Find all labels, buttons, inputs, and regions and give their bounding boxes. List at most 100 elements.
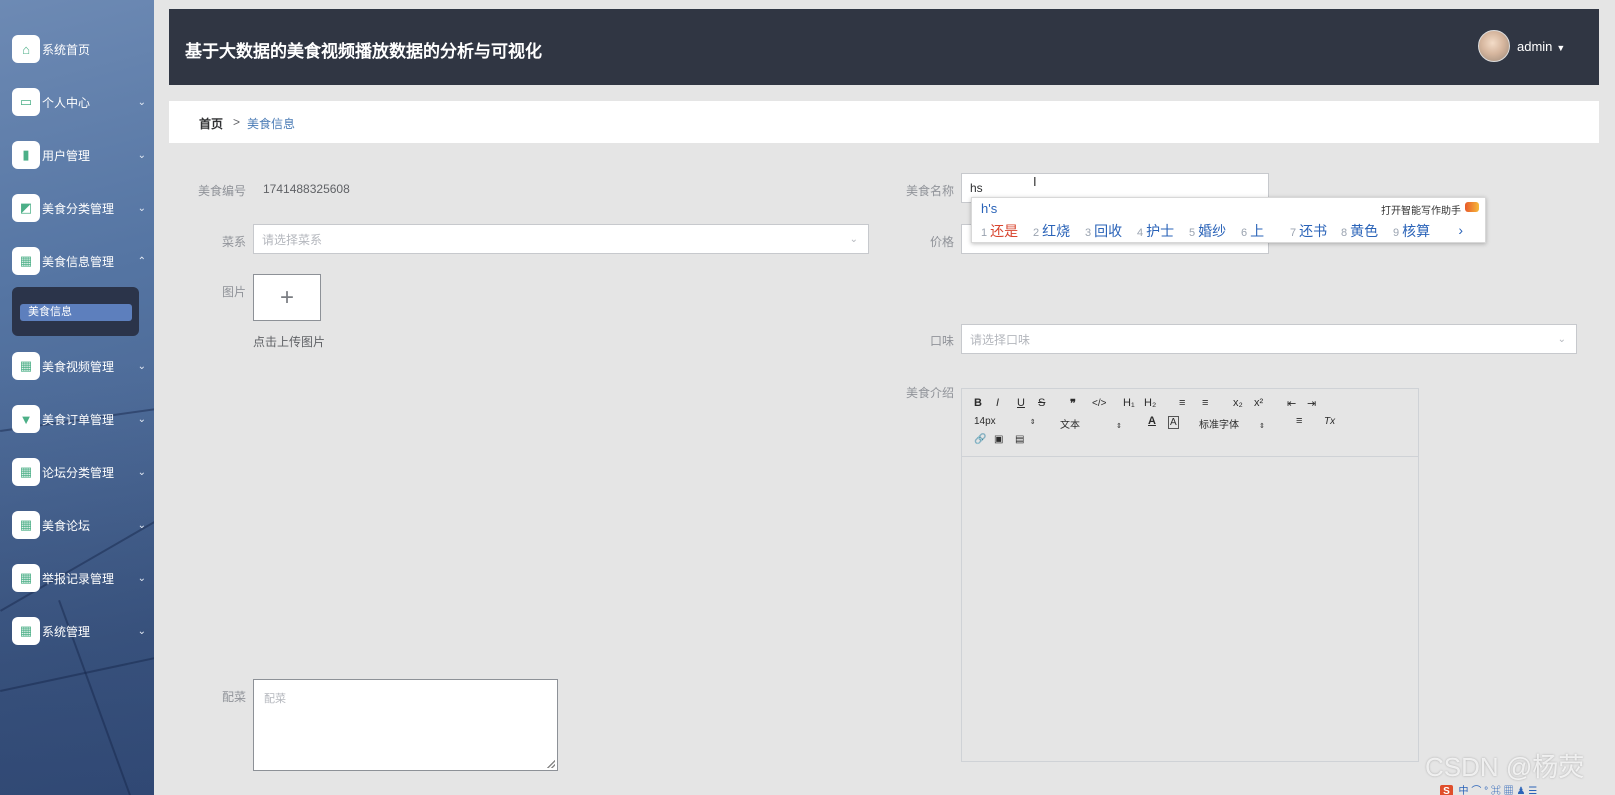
taste-placeholder: 请选择口味 (970, 332, 1031, 347)
code-label: 美食编号 (197, 184, 246, 198)
ime-candidate[interactable]: 3 回收 (1085, 221, 1122, 241)
italic-button[interactable]: I (996, 397, 999, 409)
superscript-button[interactable]: x² (1254, 397, 1263, 409)
side-dish-label: 配菜 (221, 690, 246, 704)
video-button[interactable]: ▤ (1015, 434, 1024, 445)
updown-icon: ⇕ (1259, 423, 1265, 430)
tray-icons: 中 ⌒ ° ⌘ ▦ ♟ ☰ (1455, 786, 1538, 795)
taste-label: 口味 (929, 334, 954, 348)
sidebar-item-forum-category[interactable]: ▦ 论坛分类管理 ⌄ (0, 446, 154, 498)
upload-hint: 点击上传图片 (253, 335, 326, 349)
sidebar-item-home[interactable]: ⌂ 系统首页 (0, 23, 154, 75)
ime-candidate[interactable]: 5 婚纱 (1189, 221, 1226, 241)
breadcrumb-home[interactable]: 首页 (199, 115, 223, 132)
clean-format-button[interactable]: Tx (1324, 416, 1335, 427)
sidebar-item-label: 美食分类管理 (42, 201, 115, 216)
sidebar-item-system[interactable]: ▦ 系统管理 ⌄ (0, 605, 154, 657)
font-size-select[interactable]: 14px ⇕ (974, 416, 1036, 427)
ime-candidate[interactable]: 8 黄色 (1341, 221, 1378, 241)
underline-button[interactable]: U (1017, 397, 1025, 409)
resize-grip-icon[interactable] (547, 760, 555, 768)
font-size-value: 14px (974, 416, 996, 427)
taste-select[interactable]: 请选择口味 ⌄ (961, 324, 1577, 354)
subscript-button[interactable]: x₂ (1233, 397, 1243, 409)
ime-candidate[interactable]: 2 红烧 (1033, 221, 1070, 241)
header2-button[interactable]: H₂ (1144, 397, 1156, 409)
ime-composition: h's (981, 201, 998, 216)
code-block-button[interactable]: </> (1092, 398, 1106, 409)
intro-label: 美食介绍 (905, 386, 954, 400)
bold-button[interactable]: B (974, 397, 982, 409)
image-button[interactable]: ▣ (994, 434, 1003, 445)
price-label: 价格 (929, 235, 954, 249)
code-value: 1741488325608 (263, 182, 350, 196)
chevron-down-icon: ⌄ (137, 625, 146, 637)
username: admin (1517, 39, 1553, 54)
user-menu[interactable]: admin ▼ (1517, 39, 1565, 54)
text-style-select[interactable]: 文本 ⇕ (1060, 416, 1122, 431)
image-upload-button[interactable]: + (253, 274, 321, 321)
app-title: 基于大数据的美食视频播放数据的分析与可视化 (185, 42, 542, 61)
sidebar-item-users[interactable]: ▮ 用户管理 ⌄ (0, 129, 154, 181)
system-tray: S 中 ⌒ ° ⌘ ▦ ♟ ☰ (1440, 782, 1615, 795)
cuisine-select[interactable]: 请选择菜系 ⌄ (253, 224, 869, 254)
sidebar-item-report[interactable]: ▦ 举报记录管理 ⌄ (0, 552, 154, 604)
editor-toolbar: B I U S ❞ </> H₁ H₂ ≡ ≡ x₂ x² ⇤ ⇥ 14px ⇕ … (962, 389, 1418, 457)
cuisine-label: 菜系 (221, 235, 246, 249)
sidebar-item-food-info[interactable]: ▦ 美食信息管理 ⌃ (0, 235, 154, 287)
rich-text-editor[interactable]: B I U S ❞ </> H₁ H₂ ≡ ≡ x₂ x² ⇤ ⇥ 14px ⇕ … (961, 388, 1419, 762)
background-color-button[interactable]: A (1168, 416, 1179, 429)
header1-button[interactable]: H₁ (1123, 397, 1135, 409)
sidebar-item-food-order[interactable]: ▼ 美食订单管理 ⌄ (0, 393, 154, 445)
sidebar-item-label: 举报记录管理 (42, 571, 115, 586)
chevron-down-icon: ⌄ (137, 360, 146, 372)
assistant-icon (1465, 202, 1479, 212)
ime-candidate[interactable]: 6上 (1241, 221, 1264, 241)
strike-button[interactable]: S (1038, 397, 1045, 409)
grid-icon: ▦ (12, 458, 40, 486)
grid-icon: ▦ (12, 564, 40, 592)
sidebar-item-label: 美食信息管理 (42, 254, 115, 269)
sidebar-item-label: 个人中心 (42, 95, 91, 110)
ime-next-page-icon[interactable]: › (1458, 222, 1463, 238)
chart-icon: ◩ (12, 194, 40, 222)
avatar[interactable] (1478, 30, 1510, 62)
ime-candidate[interactable]: 7 还书 (1290, 221, 1327, 241)
font-family-select[interactable]: 标准字体 ⇕ (1199, 416, 1265, 431)
chevron-down-icon: ⌄ (137, 202, 146, 214)
indent-button[interactable]: ⇥ (1307, 397, 1316, 410)
sidebar-item-food-category[interactable]: ◩ 美食分类管理 ⌄ (0, 182, 154, 234)
side-dish-textarea[interactable]: 配菜 (253, 679, 558, 771)
sidebar-item-profile[interactable]: ▭ 个人中心 ⌄ (0, 76, 154, 128)
ime-candidate[interactable]: 1 还是 (981, 221, 1018, 241)
blockquote-button[interactable]: ❞ (1070, 397, 1076, 410)
align-button[interactable]: ≡ (1296, 415, 1302, 427)
link-button[interactable]: 🔗 (974, 434, 986, 445)
breadcrumb-separator: > (233, 115, 241, 129)
sidebar-item-food-forum[interactable]: ▦ 美食论坛 ⌄ (0, 499, 154, 551)
watermark: CSDN @杨荧 (1425, 752, 1585, 782)
grid-icon: ▦ (12, 511, 40, 539)
chevron-down-icon: ⌄ (137, 466, 146, 478)
breadcrumb: 首页 > 美食信息 (169, 101, 1599, 143)
ime-assist-link[interactable]: 打开智能写作助手 (1381, 202, 1461, 217)
ime-candidate[interactable]: 4 护士 (1137, 221, 1174, 241)
ime-candidate[interactable]: 9 核算 (1393, 221, 1430, 241)
font-color-button[interactable]: A (1148, 415, 1156, 427)
font-family-value: 标准字体 (1199, 420, 1239, 431)
order-icon: ▼ (12, 405, 40, 433)
sidebar-item-label: 美食视频管理 (42, 359, 115, 374)
grid-icon: ▦ (12, 247, 40, 275)
chevron-down-icon: ⌄ (137, 519, 146, 531)
sidebar-item-label: 系统首页 (42, 42, 91, 57)
chevron-down-icon: ⌄ (137, 572, 146, 584)
bullet-list-button[interactable]: ≡ (1202, 397, 1208, 409)
chevron-down-icon: ⌄ (849, 233, 858, 245)
updown-icon: ⇕ (1029, 419, 1036, 426)
ordered-list-button[interactable]: ≡ (1179, 397, 1185, 409)
outdent-button[interactable]: ⇤ (1287, 397, 1296, 410)
sidebar-item-food-video[interactable]: ▦ 美食视频管理 ⌄ (0, 340, 154, 392)
sidebar-subitem-food-info[interactable]: 美食信息 (20, 304, 132, 321)
chevron-down-icon: ⌄ (137, 149, 146, 161)
submenu-food-info: 美食信息 (12, 287, 139, 336)
